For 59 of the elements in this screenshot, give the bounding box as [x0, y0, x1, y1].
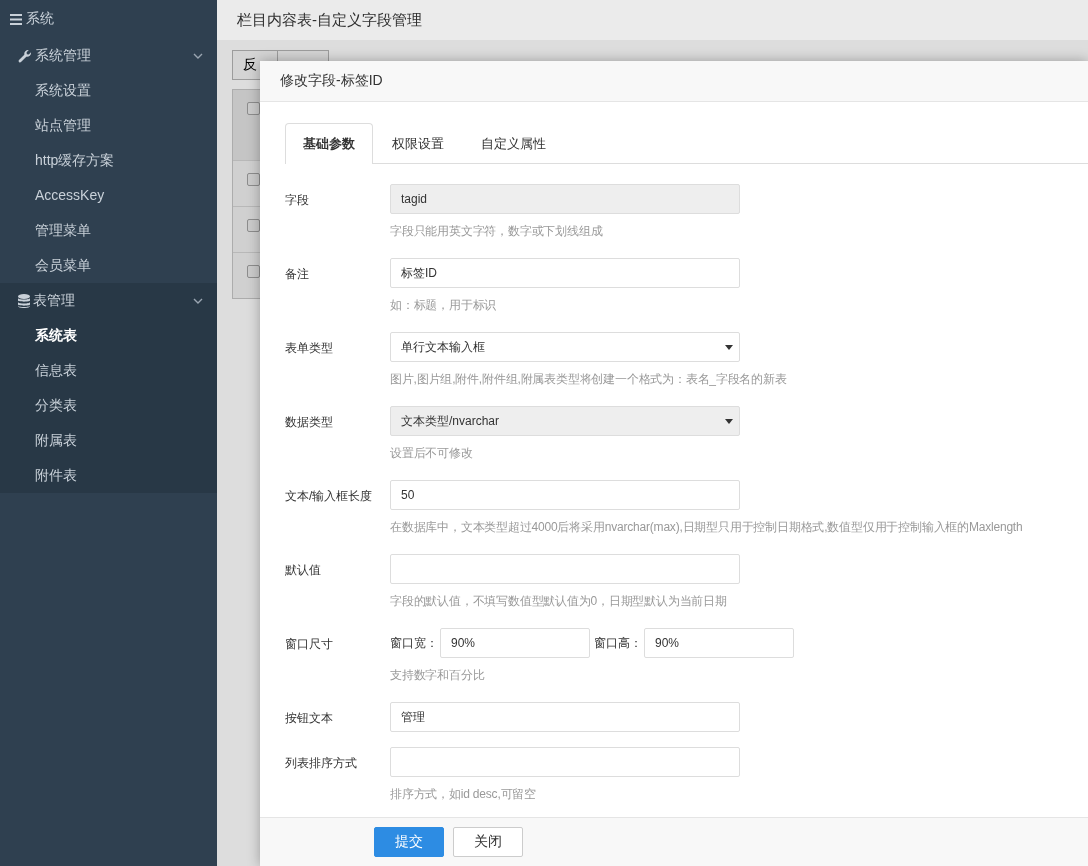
menu-icon[interactable] — [10, 13, 22, 25]
caret-icon — [725, 344, 733, 350]
help-text: 图片,图片组,附件,附件组,附属表类型将创建一个格式为：表名_字段名的新表 — [390, 371, 788, 387]
sidebar-item[interactable]: 系统设置 — [0, 73, 217, 108]
input-field[interactable] — [390, 747, 740, 777]
help-text: 字段只能用英文字符，数字或下划线组成 — [390, 223, 604, 239]
sidebar-item[interactable]: 信息表 — [0, 353, 217, 388]
checkbox[interactable] — [247, 102, 260, 115]
input-field[interactable] — [390, 554, 740, 584]
sidebar-item[interactable]: 系统表 — [0, 318, 217, 353]
chevron-icon — [193, 52, 203, 59]
menu-group[interactable]: 表管理 — [0, 283, 217, 318]
sidebar-item[interactable]: 站点管理 — [0, 108, 217, 143]
field-label: 备注 — [285, 266, 310, 283]
sidebar-item[interactable]: http缓存方案 — [0, 143, 217, 178]
help-text: 在数据库中，文本类型超过4000后将采用nvarchar(max),日期型只用于控制日期格式,数值型仅用于控制输入框的Maxlength — [390, 519, 1024, 535]
input-field[interactable]: 50 — [390, 480, 740, 510]
checkbox[interactable] — [247, 219, 260, 232]
field-label: 窗口尺寸 — [285, 636, 334, 653]
input-field[interactable]: 90% — [644, 628, 794, 658]
field-label: 表单类型 — [285, 340, 334, 357]
sidebar-item[interactable]: 分类表 — [0, 388, 217, 423]
field-label: 窗口宽： — [390, 634, 438, 652]
help-text: 如：标题，用于标识 — [390, 297, 498, 313]
database-icon — [18, 293, 30, 308]
field-label: 默认值 — [285, 562, 322, 579]
select-field[interactable]: 单行文本输入框 — [390, 332, 740, 362]
sidebar-item[interactable]: AccessKey — [0, 178, 217, 213]
input-field[interactable]: 管理 — [390, 702, 740, 732]
sidebar-item[interactable]: 附属表 — [0, 423, 217, 458]
field-label: 按钮文本 — [285, 710, 334, 727]
submit-button[interactable]: 提交 — [374, 827, 444, 857]
wrench-icon — [18, 48, 32, 63]
field-label: 列表排序方式 — [285, 755, 358, 772]
caret-icon — [725, 418, 733, 424]
input-field[interactable]: 标签ID — [390, 258, 740, 288]
chevron-icon — [193, 297, 203, 304]
close-button[interactable]: 关闭 — [453, 827, 523, 857]
tab[interactable]: 自定义属性 — [463, 123, 564, 163]
field-label: 文本/输入框长度 — [285, 488, 374, 505]
sidebar-item[interactable]: 管理菜单 — [0, 213, 217, 248]
field-label: 数据类型 — [285, 414, 334, 431]
sidebar-item[interactable]: 附件表 — [0, 458, 217, 493]
sidebar-title: 系统 — [26, 10, 54, 28]
help-text: 支持数字和百分比 — [390, 667, 486, 683]
help-text: 排序方式，如id desc,可留空 — [390, 786, 537, 802]
help-text: 字段的默认值，不填写数值型默认值为0，日期型默认为当前日期 — [390, 593, 728, 609]
tab[interactable]: 权限设置 — [374, 123, 462, 163]
field-label: 窗口高： — [594, 634, 642, 652]
sidebar-item[interactable]: 会员菜单 — [0, 248, 217, 283]
help-text: 设置后不可修改 — [390, 445, 474, 461]
checkbox[interactable] — [247, 173, 260, 186]
checkbox[interactable] — [247, 265, 260, 278]
dialog-title: 修改字段-标签ID — [280, 72, 383, 90]
field-label: 字段 — [285, 192, 310, 209]
input-field[interactable]: 90% — [440, 628, 590, 658]
page-title: 栏目内容表-自定义字段管理 — [237, 10, 422, 30]
menu-group[interactable]: 系统管理 — [0, 38, 217, 73]
tab[interactable]: 基础参数 — [285, 123, 373, 164]
